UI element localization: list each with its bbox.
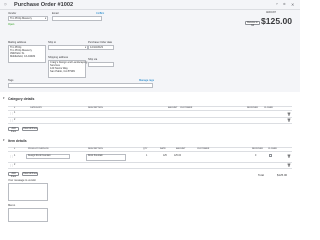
divider xyxy=(8,123,292,124)
add-lines-button[interactable]: Add lines xyxy=(8,127,19,133)
closed-checkbox[interactable] xyxy=(269,154,272,157)
chevron-down-icon[interactable]: ▾ xyxy=(3,139,5,142)
memo-field[interactable] xyxy=(8,207,48,222)
vendor-select[interactable]: Tim Philip Masonry ▾ xyxy=(8,15,48,21)
col-header: CUSTOMER xyxy=(197,148,210,150)
amount-value: $125.00 xyxy=(261,16,293,26)
cc-bcc-link[interactable]: Cc/Bcc xyxy=(96,12,104,15)
mailing-address-field[interactable]: Tim Philip Tim Philip Masonry 3948 Elm S… xyxy=(8,44,46,63)
divider xyxy=(8,168,292,169)
product-value: Design:Rock Fountain xyxy=(28,155,51,158)
col-header: AMOUNT xyxy=(176,148,186,150)
vendor-value: Tim Philip Masonry xyxy=(10,17,32,21)
trash-icon[interactable]: 🗑 xyxy=(287,163,291,167)
shipping-address-field[interactable]: Craig's Design and Landscaping Services … xyxy=(48,59,87,78)
row-number: 1 xyxy=(14,154,16,157)
col-header: RECEIVED xyxy=(247,107,259,109)
total-label: Total xyxy=(258,173,264,177)
chevron-down-icon: ▾ xyxy=(85,46,87,50)
shipping-line: San Pablo, CA 87999 xyxy=(50,70,75,74)
col-header: QTY xyxy=(143,148,148,150)
total-value: $125.00 xyxy=(277,173,288,177)
rate-value[interactable]: 125 xyxy=(163,155,167,157)
col-header: CLOSED xyxy=(264,107,273,109)
close-icon[interactable]: ✕ xyxy=(291,2,294,6)
email-field[interactable] xyxy=(52,15,102,21)
col-header: CUSTOMER xyxy=(180,107,193,109)
amount-label: AMOUNT xyxy=(266,12,276,14)
row-number: 2 xyxy=(14,163,16,166)
chevron-down-icon[interactable]: ▾ xyxy=(3,97,5,100)
po-date-field[interactable]: 12/13/2023 xyxy=(88,44,114,50)
table-row[interactable]: ⋮⋮ 1 Design:Rock Fountain Rock Fountain … xyxy=(8,152,292,162)
ship-via-field[interactable] xyxy=(88,61,114,67)
chevron-down-icon: ▾ xyxy=(45,17,47,21)
gear-icon[interactable]: ⚙ xyxy=(283,3,286,6)
receive-in-bill-button[interactable]: Receive in bill xyxy=(245,20,260,27)
description-field[interactable]: Rock Fountain xyxy=(86,153,126,161)
mailing-line: Middlefield, CA 94482 xyxy=(10,55,36,59)
message-field[interactable] xyxy=(8,182,48,201)
item-details-title: Item details xyxy=(8,138,27,143)
clear-all-lines-button[interactable]: Clear all lines xyxy=(22,172,38,176)
question-circle-icon[interactable]: ? xyxy=(276,3,278,6)
col-header: RECEIVED xyxy=(252,148,264,150)
manage-tags-link[interactable]: Manage tags xyxy=(139,79,154,82)
description-value: Rock Fountain xyxy=(88,155,103,158)
col-header: DESCRIPTION xyxy=(88,107,103,109)
page-title: Purchase Order #1002 xyxy=(14,2,74,8)
col-header: CLOSED xyxy=(268,148,277,150)
col-header: # xyxy=(14,107,16,109)
clear-all-lines-button[interactable]: Clear all lines xyxy=(22,127,38,131)
divider xyxy=(8,147,292,148)
history-icon[interactable]: ◷ xyxy=(4,3,7,6)
received-value: 0 xyxy=(255,154,257,157)
po-date-value: 12/13/2023 xyxy=(90,46,103,50)
col-header: # xyxy=(14,148,16,150)
trash-icon[interactable]: 🗑 xyxy=(287,118,291,122)
tags-label: Tags xyxy=(8,79,14,82)
col-header: RATE xyxy=(160,148,166,150)
category-details-title: Category details xyxy=(8,96,35,101)
ship-to-select[interactable]: ▾ xyxy=(48,44,88,50)
amount-value-cell[interactable]: 125.00 xyxy=(174,155,181,157)
add-lines-button[interactable]: Add lines xyxy=(8,172,19,178)
col-header: CATEGORY xyxy=(30,107,42,109)
tags-input[interactable] xyxy=(8,83,153,88)
trash-icon[interactable]: 🗑 xyxy=(287,112,291,116)
product-select[interactable]: Design:Rock Fountain xyxy=(26,153,70,159)
form-header: ◷ Purchase Order #1002 ? ⚙ ✕ xyxy=(0,0,300,10)
status-badge: Open xyxy=(8,23,15,26)
qty-value[interactable]: 1 xyxy=(146,155,147,157)
col-header: DESCRIPTION xyxy=(88,148,103,150)
trash-icon[interactable]: 🗑 xyxy=(287,154,291,158)
row-number: 1 xyxy=(14,112,16,114)
row-number: 2 xyxy=(14,118,16,121)
col-header: PRODUCT/SERVICE xyxy=(28,148,49,150)
col-header: AMOUNT xyxy=(168,107,178,109)
